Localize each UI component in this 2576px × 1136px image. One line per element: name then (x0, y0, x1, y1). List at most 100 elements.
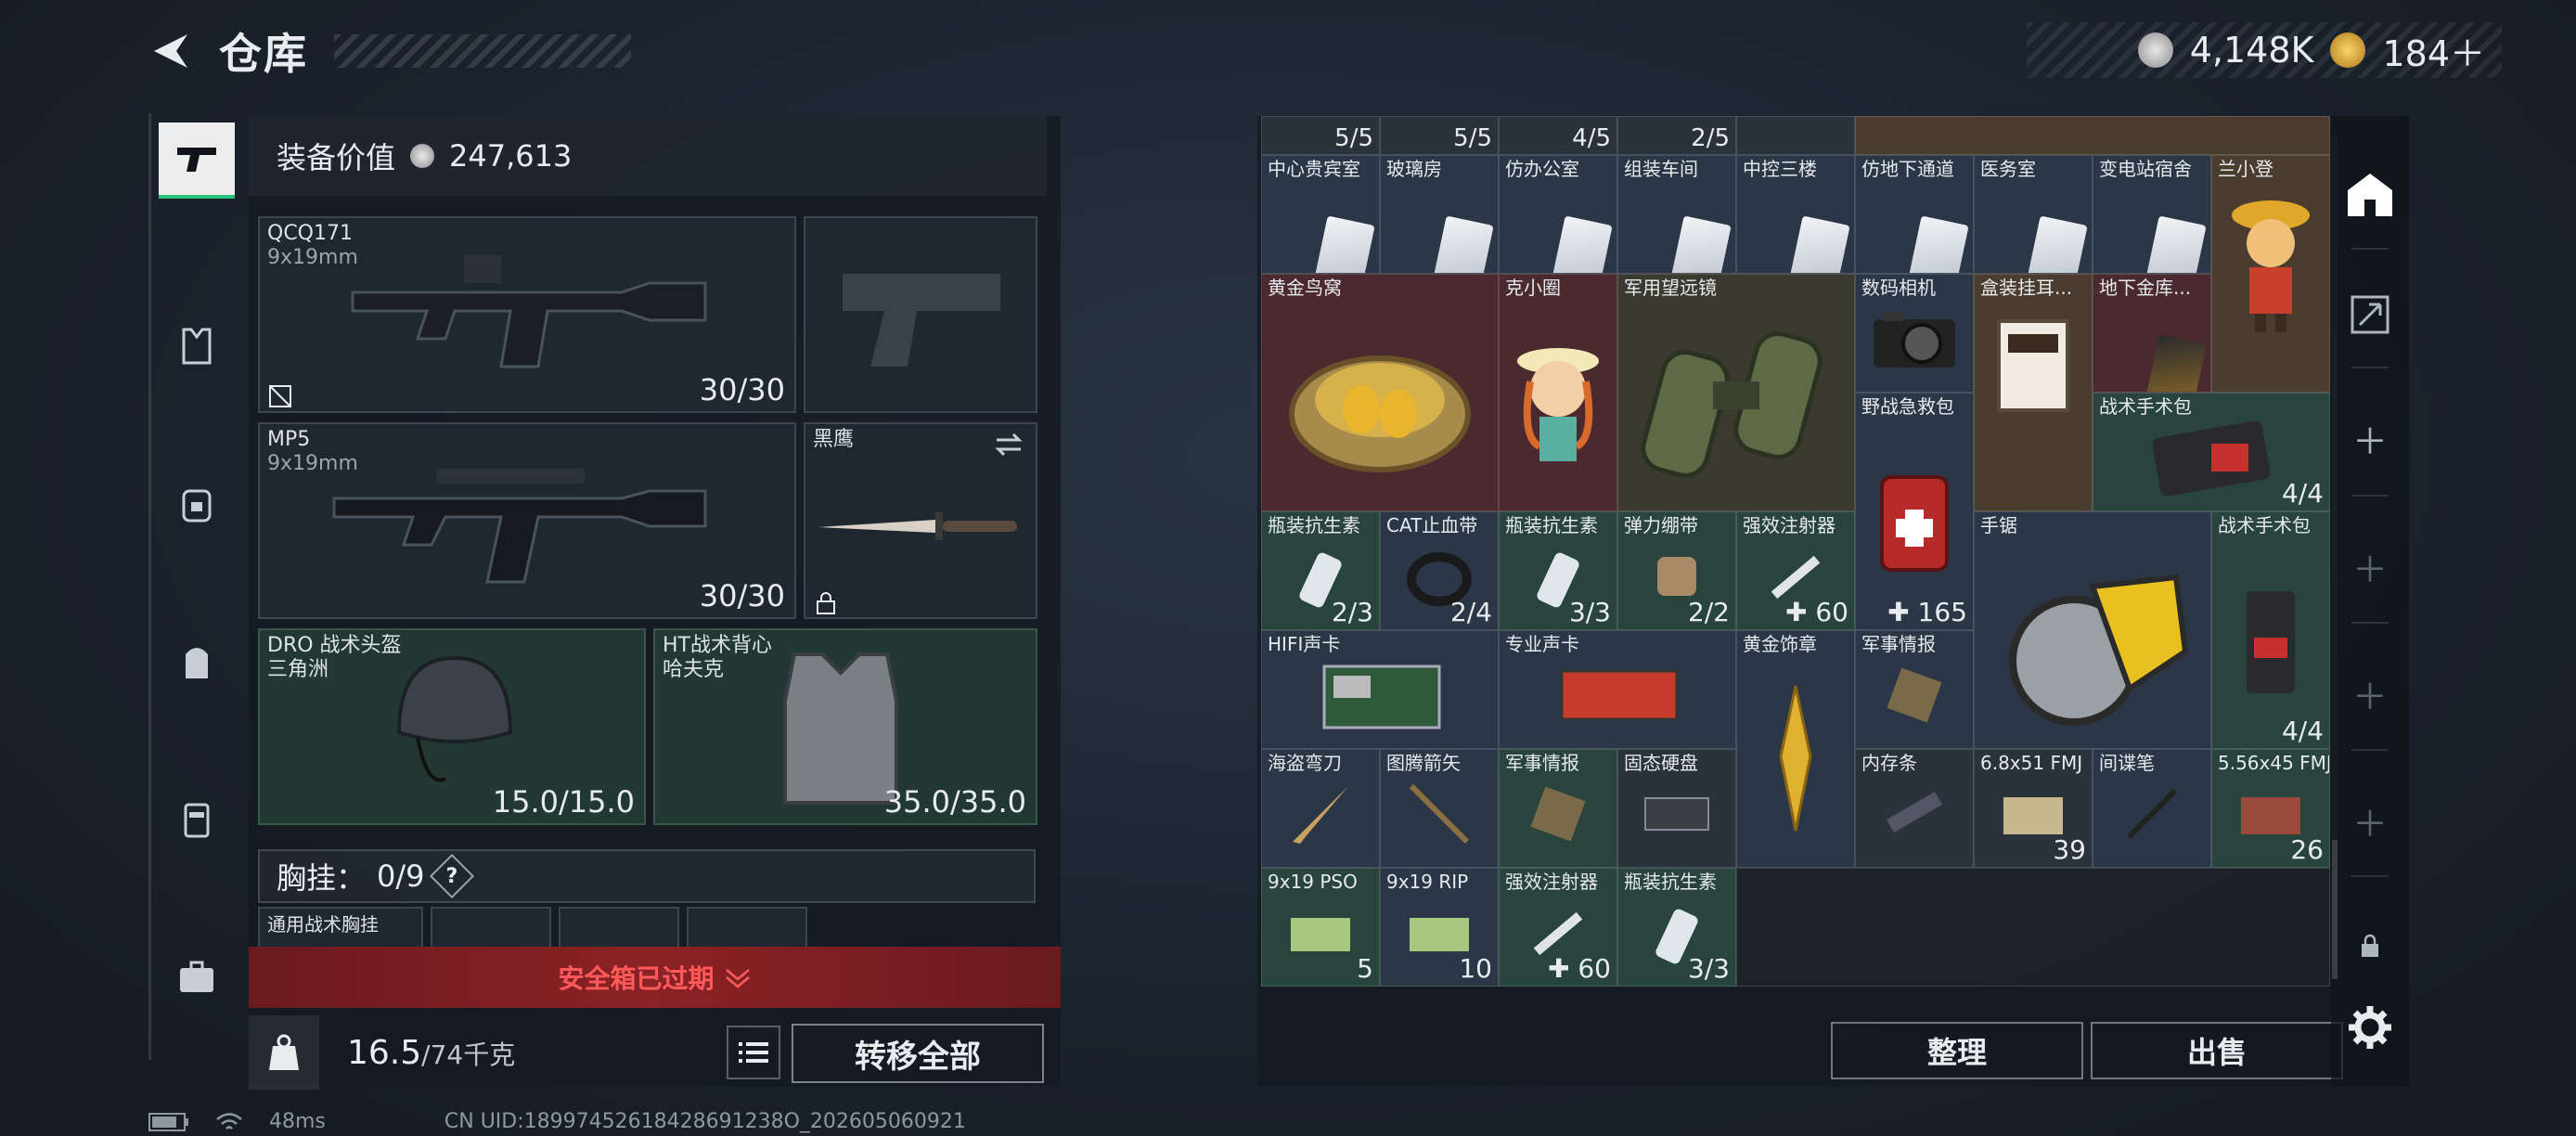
pistol-slot-empty[interactable] (804, 216, 1037, 413)
ammo-count: 30/30 (699, 578, 785, 613)
expand-storage-icon[interactable] (2331, 276, 2409, 354)
add-icon[interactable]: ＋ (2331, 527, 2409, 605)
empty-grid-area[interactable] (1736, 868, 2330, 987)
intel-item[interactable]: 军事情报 (1499, 749, 1617, 868)
saw-item[interactable]: 手锯 (1974, 511, 2211, 749)
antibiotic-item[interactable]: 瓶装抗生素 3/3 (1499, 511, 1617, 630)
briefcase-icon[interactable] (159, 939, 235, 1015)
chest-pocket-2[interactable] (559, 907, 679, 949)
pro-card-item[interactable]: 专业声卡 (1499, 630, 1736, 749)
ammo-item[interactable]: 9x19 RIP 10 (1380, 868, 1499, 987)
swap-icon[interactable] (993, 432, 1024, 458)
arrow-item[interactable]: 图腾箭矢 (1380, 749, 1499, 868)
stash-item[interactable]: 5/5 (1380, 116, 1499, 155)
pouch-icon[interactable] (159, 781, 235, 858)
ammo-item[interactable]: 9x19 PSO 5 (1261, 868, 1380, 987)
surgery-kit-item[interactable]: 战术手术包 4/4 (2211, 511, 2330, 749)
keycard-item[interactable]: 中控三楼 (1736, 155, 1855, 274)
machete-item[interactable]: 海盗弯刀 (1261, 749, 1380, 868)
stash-item[interactable] (1855, 116, 2330, 155)
ram-item[interactable]: 内存条 (1855, 749, 1974, 868)
keycard-item[interactable]: 玻璃房 (1380, 155, 1499, 274)
injector-item[interactable]: 强效注射器 ✚ 60 (1499, 868, 1617, 987)
ammo-item[interactable]: 5.56x45 FMJ 26 (2211, 749, 2330, 868)
primary-weapon-slot-2[interactable]: MP5 9x19mm 30/30 (258, 422, 796, 619)
warehouse-icon[interactable] (2331, 155, 2409, 233)
chest-label: 胸挂： (277, 860, 367, 896)
equip-value-amount: 247,613 (449, 138, 573, 174)
gold-nest-item[interactable]: 黄金鸟窝 (1261, 274, 1499, 511)
injector-item[interactable]: 强效注射器 ✚ 60 (1736, 511, 1855, 630)
doll-item[interactable]: 克小圈 (1499, 274, 1617, 511)
stash-item[interactable]: 5/5 (1261, 116, 1380, 155)
gold-badge-item[interactable]: 黄金饰章 (1736, 630, 1855, 868)
binocular-icon (1641, 330, 1823, 478)
intel-item[interactable]: 军事情报 (1855, 630, 1974, 749)
figurine-icon (2232, 200, 2310, 333)
back-arrow-icon[interactable] (148, 29, 193, 73)
keycard-item[interactable]: 仿办公室 (1499, 155, 1617, 274)
melee-slot[interactable]: 黑鹰 (804, 422, 1037, 619)
keycard-icon (1552, 215, 1613, 273)
gear-icon[interactable] (2331, 988, 2409, 1066)
chip-icon (1530, 786, 1586, 842)
binocular-item[interactable]: 军用望远镜 (1617, 274, 1855, 511)
sort-button[interactable]: 整理 (1831, 1022, 2083, 1079)
durability-count: 15.0/15.0 (492, 784, 635, 820)
stash-item[interactable] (1736, 116, 1855, 155)
list-icon[interactable] (727, 1026, 780, 1079)
spy-pen-item[interactable]: 间谍笔 (2093, 749, 2211, 868)
tourniquet-item[interactable]: CAT止血带 2/4 (1380, 511, 1499, 630)
silver-coin-icon (410, 144, 435, 168)
page-title: 仓库 (219, 29, 308, 79)
chest-pocket-3[interactable] (687, 907, 807, 949)
vest-slot[interactable]: HT战术背心 哈夫克 35.0/35.0 (653, 628, 1037, 825)
camera-icon (1874, 312, 1955, 368)
figurine-item[interactable]: 兰小登 (2211, 155, 2330, 393)
weight-row: 16.5/74千克 转移全部 (249, 1013, 1061, 1092)
keycard-item[interactable]: 中心贵宾室 (1261, 155, 1380, 274)
vault-card-item[interactable]: 地下金库... (2093, 274, 2211, 393)
hifi-card-item[interactable]: HIFI声卡 (1261, 630, 1499, 749)
antibiotic-item[interactable]: 瓶装抗生素 2/3 (1261, 511, 1380, 630)
ssd-item[interactable]: 固态硬盘 (1617, 749, 1736, 868)
weight-bag-icon (249, 1015, 319, 1090)
antibiotic-item[interactable]: 瓶装抗生素 3/3 (1617, 868, 1736, 987)
ammo-item[interactable]: 6.8x51 FMJ 39 (1974, 749, 2093, 868)
chest-pocket-1[interactable] (431, 907, 551, 949)
keycard-item[interactable]: 变电站宿舍 (2093, 155, 2211, 274)
silver-amount: 4,148K (2189, 30, 2314, 71)
keycard-item[interactable]: 组装车间 (1617, 155, 1736, 274)
chest-rig-icon[interactable] (159, 466, 235, 542)
add-icon[interactable]: ＋ (2331, 781, 2409, 859)
smg-image (351, 255, 707, 368)
helmet-slot[interactable]: DRO 战术头盔 三角洲 15.0/15.0 (258, 628, 646, 825)
add-icon[interactable]: ＋ (2331, 654, 2409, 732)
coffee-item[interactable]: 盒装挂耳... (1974, 274, 2093, 511)
backpack-icon[interactable] (159, 624, 235, 700)
first-aid-item[interactable]: 野战急救包 ✚ 165 (1855, 393, 1974, 630)
armor-icon[interactable] (159, 308, 235, 384)
chip-icon (1887, 667, 1942, 723)
surgery-kit-icon (2152, 420, 2271, 497)
safe-box-text: 安全箱已过期 (558, 963, 715, 994)
stash-item[interactable]: 2/5 (1617, 116, 1736, 155)
safe-box-expired-bar[interactable]: 安全箱已过期 (249, 947, 1061, 1008)
primary-weapon-slot-1[interactable]: QCQ171 9x19mm 30/30 (258, 216, 796, 413)
keycard-item[interactable]: 仿地下通道 (1855, 155, 1974, 274)
surgery-kit-item[interactable]: 战术手术包 4/4 (2093, 393, 2330, 511)
keycard-icon (2027, 215, 2088, 273)
chest-rig-slot[interactable]: 通用战术胸挂 (258, 907, 423, 949)
sell-button[interactable]: 出售 (2091, 1022, 2343, 1079)
help-icon[interactable]: ? (429, 853, 474, 899)
keycard-icon (2145, 215, 2207, 273)
gold-amount[interactable]: 184＋ (2382, 25, 2485, 76)
camera-item[interactable]: 数码相机 (1855, 274, 1974, 393)
keycard-item[interactable]: 医务室 (1974, 155, 2093, 274)
transfer-all-button[interactable]: 转移全部 (792, 1024, 1044, 1083)
add-icon[interactable]: ＋ (2331, 399, 2409, 477)
left-category-nav (148, 113, 241, 1060)
bandage-item[interactable]: 弹力绷带 2/2 (1617, 511, 1736, 630)
stash-item[interactable]: 4/5 (1499, 116, 1617, 155)
gun-icon[interactable] (159, 123, 235, 199)
